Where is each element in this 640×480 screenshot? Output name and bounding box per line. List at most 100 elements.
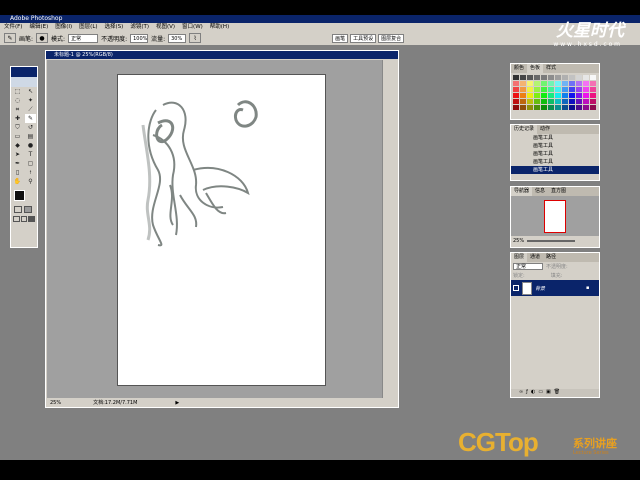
- swatch-chip[interactable]: [562, 93, 568, 98]
- standard-mode-icon[interactable]: [14, 206, 22, 213]
- swatch-chip[interactable]: [569, 99, 575, 104]
- tool-gradient-icon[interactable]: ▤: [25, 132, 36, 141]
- tab-actions[interactable]: 动作: [537, 125, 553, 134]
- history-item[interactable]: 画笔工具: [511, 158, 599, 166]
- tab-styles[interactable]: 样式: [543, 64, 559, 73]
- adobe-online-icon[interactable]: [11, 77, 37, 87]
- history-item[interactable]: 画笔工具: [511, 134, 599, 142]
- swatch-chip[interactable]: [520, 105, 526, 110]
- swatch-chip[interactable]: [527, 105, 533, 110]
- swatch-chip[interactable]: [541, 75, 547, 80]
- swatch-chip[interactable]: [583, 75, 589, 80]
- tool-wand-icon[interactable]: ✦: [25, 96, 36, 105]
- screen-mode-full-menu-icon[interactable]: [20, 216, 28, 222]
- tab-tool-presets[interactable]: 工具预设: [350, 33, 377, 43]
- navigator-preview[interactable]: [511, 196, 599, 236]
- tool-eyedropper-icon[interactable]: ⟊: [25, 168, 36, 177]
- canvas[interactable]: [117, 74, 326, 386]
- tool-move-icon[interactable]: ↖: [25, 87, 36, 96]
- swatch-chip[interactable]: [548, 105, 554, 110]
- swatch-chip[interactable]: [541, 105, 547, 110]
- link-icon[interactable]: ∞: [519, 389, 523, 397]
- tool-heal-icon[interactable]: ✚: [12, 114, 23, 123]
- menu-view[interactable]: 视图(V): [156, 23, 175, 31]
- swatch-chip[interactable]: [513, 81, 519, 86]
- swatch-chip[interactable]: [569, 87, 575, 92]
- swatch-chip[interactable]: [569, 75, 575, 80]
- swatch-chip[interactable]: [527, 99, 533, 104]
- tab-navigator[interactable]: 导航器: [511, 187, 533, 196]
- menu-filter[interactable]: 滤镜(T): [130, 23, 149, 31]
- swatch-chip[interactable]: [562, 81, 568, 86]
- swatch-chip[interactable]: [527, 75, 533, 80]
- tab-histogram[interactable]: 直方图: [548, 187, 569, 196]
- tool-history-brush-icon[interactable]: ↺: [25, 123, 36, 132]
- tool-pen-icon[interactable]: ✒: [12, 159, 23, 168]
- swatch-chip[interactable]: [548, 75, 554, 80]
- swatch-chip[interactable]: [569, 81, 575, 86]
- brush-preset-picker[interactable]: ●: [36, 33, 49, 43]
- tool-eraser-icon[interactable]: ▭: [12, 132, 23, 141]
- swatch-chip[interactable]: [548, 99, 554, 104]
- zoom-level[interactable]: 25%: [50, 399, 61, 407]
- swatch-chip[interactable]: [534, 75, 540, 80]
- swatch-chip[interactable]: [527, 87, 533, 92]
- navigator-zoom-slider[interactable]: [527, 239, 576, 242]
- swatch-chip[interactable]: [583, 99, 589, 104]
- new-layer-icon[interactable]: ▣: [546, 389, 551, 397]
- tool-crop-icon[interactable]: ⌗: [12, 105, 23, 114]
- trash-icon[interactable]: 🗑: [554, 389, 560, 397]
- brush-tool-icon[interactable]: ✎: [4, 33, 16, 43]
- swatch-chip[interactable]: [555, 99, 561, 104]
- swatch-chip[interactable]: [534, 81, 540, 86]
- swatch-chip[interactable]: [520, 93, 526, 98]
- tool-slice-icon[interactable]: ⟋: [25, 105, 36, 114]
- swatch-chip[interactable]: [534, 93, 540, 98]
- swatch-chip[interactable]: [527, 81, 533, 86]
- foreground-color-swatch[interactable]: [14, 190, 25, 201]
- tab-layer-comps[interactable]: 图层复合: [378, 33, 405, 43]
- swatch-chip[interactable]: [569, 105, 575, 110]
- tab-swatches[interactable]: 色板: [527, 64, 544, 73]
- swatch-chip[interactable]: [534, 87, 540, 92]
- swatch-chip[interactable]: [590, 87, 596, 92]
- navigator-zoom[interactable]: 25%: [513, 238, 524, 244]
- tool-stamp-icon[interactable]: ⛉: [12, 123, 23, 132]
- swatch-chip[interactable]: [555, 93, 561, 98]
- tool-shape-icon[interactable]: ▢: [25, 159, 36, 168]
- swatch-chip[interactable]: [534, 99, 540, 104]
- tool-notes-icon[interactable]: ▯: [12, 168, 23, 177]
- swatch-chip[interactable]: [555, 87, 561, 92]
- swatch-chip[interactable]: [555, 75, 561, 80]
- layer-style-icon[interactable]: ƒ: [526, 389, 528, 397]
- screen-mode-full-icon[interactable]: [28, 216, 36, 222]
- tab-info[interactable]: 信息: [532, 187, 548, 196]
- tab-color[interactable]: 颜色: [511, 64, 527, 73]
- swatch-chip[interactable]: [583, 93, 589, 98]
- swatch-chip[interactable]: [548, 87, 554, 92]
- swatch-chip[interactable]: [520, 87, 526, 92]
- swatch-chip[interactable]: [576, 75, 582, 80]
- tool-brush-icon[interactable]: ✎: [25, 114, 36, 123]
- swatch-grid[interactable]: [511, 73, 599, 112]
- swatch-chip[interactable]: [541, 99, 547, 104]
- menu-select[interactable]: 选择(S): [105, 23, 124, 31]
- swatch-chip[interactable]: [590, 75, 596, 80]
- swatch-chip[interactable]: [520, 99, 526, 104]
- swatch-chip[interactable]: [562, 75, 568, 80]
- blend-mode-select[interactable]: 正常: [513, 263, 543, 270]
- swatch-chip[interactable]: [562, 105, 568, 110]
- folder-icon[interactable]: ▭: [538, 389, 543, 397]
- airbrush-icon[interactable]: ⌇: [189, 33, 202, 43]
- swatch-chip[interactable]: [576, 99, 582, 104]
- tab-history[interactable]: 历史记录: [511, 125, 538, 134]
- swatch-chip[interactable]: [520, 81, 526, 86]
- navigator-view-box[interactable]: [544, 200, 566, 233]
- quickmask-mode-icon[interactable]: [24, 206, 32, 213]
- tool-hand-icon[interactable]: ✋: [12, 177, 23, 186]
- tool-lasso-icon[interactable]: ◌: [12, 96, 23, 105]
- swatch-chip[interactable]: [513, 75, 519, 80]
- swatch-chip[interactable]: [555, 81, 561, 86]
- history-item[interactable]: 画笔工具: [511, 150, 599, 158]
- swatch-chip[interactable]: [583, 81, 589, 86]
